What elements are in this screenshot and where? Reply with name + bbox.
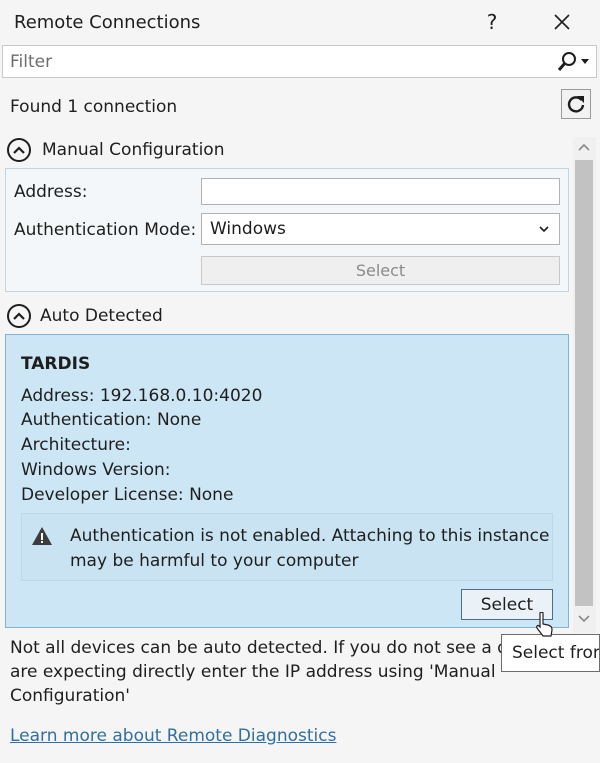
chevron-up-icon xyxy=(13,146,25,154)
device-name: TARDIS xyxy=(21,354,91,374)
found-status: Found 1 connection xyxy=(10,97,178,117)
search-icon xyxy=(557,52,589,71)
refresh-button[interactable] xyxy=(561,89,591,119)
device-address-label: Address: xyxy=(21,386,95,406)
note-line-3: Configuration' xyxy=(10,686,130,706)
warning-icon xyxy=(30,525,54,552)
auth-mode-value: Windows xyxy=(210,219,286,239)
help-button[interactable]: ? xyxy=(472,4,512,40)
device-winver-row: Windows Version: xyxy=(21,460,171,480)
device-auth-label: Authentication: xyxy=(21,410,152,430)
device-devlicense-label: Developer License: xyxy=(21,485,184,505)
address-field[interactable] xyxy=(201,178,560,205)
filter-input[interactable] xyxy=(3,46,543,77)
search-button[interactable] xyxy=(556,50,592,74)
warning-text: Authentication is not enabled. Attaching… xyxy=(70,526,550,571)
auto-detected-collapse-button[interactable] xyxy=(7,304,31,328)
address-label: Address: xyxy=(14,182,88,202)
chevron-up-icon xyxy=(13,312,25,320)
detected-device-card[interactable] xyxy=(5,334,569,628)
device-devlicense-row: Developer License: None xyxy=(21,485,233,505)
chevron-up-icon xyxy=(578,143,590,151)
device-auth-row: Authentication: None xyxy=(21,410,201,430)
device-address-row: Address: 192.168.0.10:4020 xyxy=(21,386,262,406)
close-button[interactable] xyxy=(542,4,582,40)
device-auth-value: None xyxy=(156,410,202,430)
scrollbar-thumb[interactable] xyxy=(575,160,593,606)
auth-mode-select[interactable]: Windows xyxy=(201,213,560,245)
device-address-value: 192.168.0.10:4020 xyxy=(99,386,263,406)
filter-box xyxy=(2,45,597,78)
scroll-down-button[interactable] xyxy=(574,610,594,628)
device-arch-row: Architecture: xyxy=(21,435,131,455)
manual-config-collapse-button[interactable] xyxy=(7,138,31,162)
window-title: Remote Connections xyxy=(14,12,201,33)
manual-select-button[interactable]: Select xyxy=(201,256,560,285)
chevron-down-icon xyxy=(539,226,549,233)
auth-mode-label: Authentication Mode: xyxy=(14,220,197,240)
mouse-cursor-icon xyxy=(534,611,554,645)
auto-detected-title: Auto Detected xyxy=(40,306,163,326)
device-winver-label: Windows Version: xyxy=(21,460,171,480)
device-devlicense-value: None xyxy=(189,485,234,505)
chevron-down-icon xyxy=(581,59,589,64)
device-arch-label: Architecture: xyxy=(21,435,131,455)
close-icon xyxy=(554,14,570,30)
manual-config-title: Manual Configuration xyxy=(42,140,225,160)
chevron-down-icon xyxy=(578,615,590,623)
learn-more-link[interactable]: Learn more about Remote Diagnostics xyxy=(10,726,336,746)
refresh-icon xyxy=(567,96,585,113)
scroll-up-button[interactable] xyxy=(574,138,594,156)
